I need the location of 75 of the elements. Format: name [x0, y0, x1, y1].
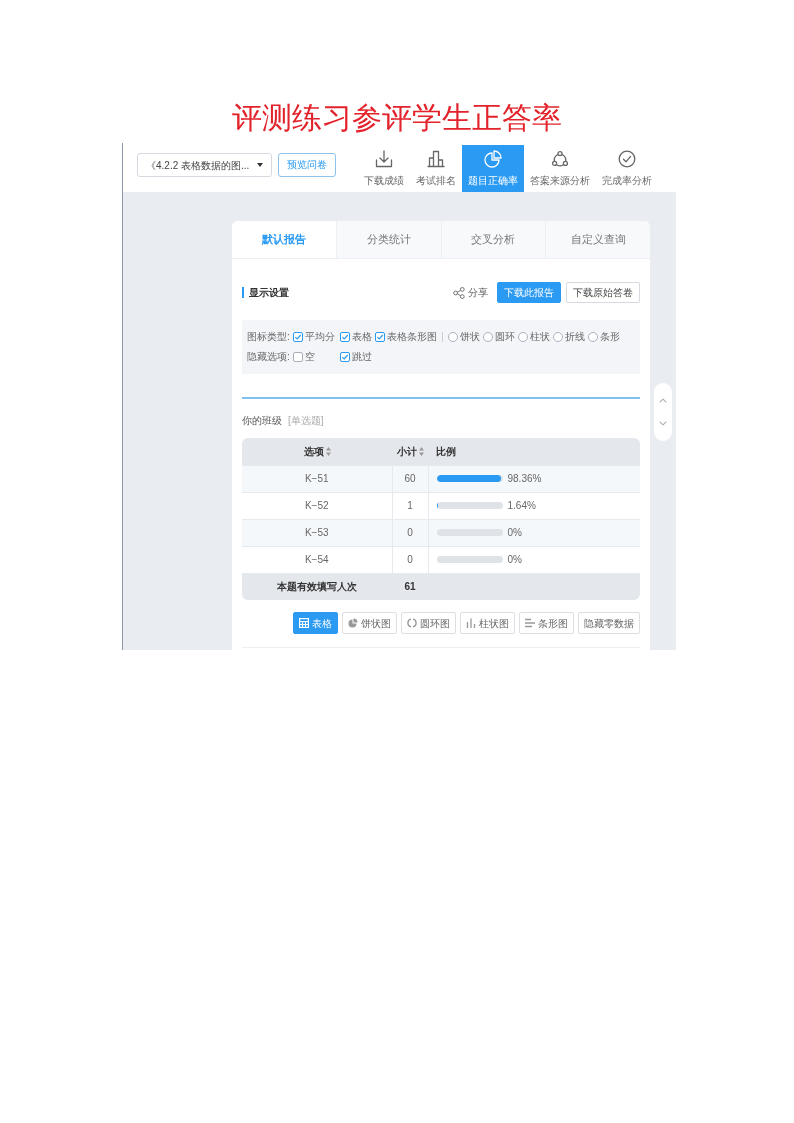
toolbar-button[interactable]: 下载成绩 [358, 145, 411, 192]
podium-icon [427, 150, 446, 168]
percent-text: 0% [507, 526, 522, 540]
view-button[interactable]: 柱状图 [460, 612, 515, 634]
checkbox-icon[interactable] [339, 352, 350, 362]
chevron-up-icon[interactable] [659, 398, 667, 403]
checkbox-icon[interactable] [292, 332, 303, 342]
percent-text: 98.36% [507, 472, 542, 486]
question-title: 你的班级 [242, 415, 282, 426]
check-circle-icon [618, 150, 637, 168]
preview-button[interactable]: 预览问卷 [278, 153, 337, 177]
table-cell: 60 [392, 465, 428, 492]
toolbar-button[interactable]: 答案来源分析 [524, 145, 597, 192]
download-report-button[interactable]: 下载此报告 [497, 282, 561, 303]
radio-icon[interactable] [447, 332, 458, 342]
hide-zero-button[interactable]: 隐藏零数据 [578, 612, 640, 634]
percent-text: 1.64% [507, 499, 536, 513]
download-icon [375, 150, 394, 168]
toolbar-button[interactable]: 题目正确率 [462, 145, 525, 192]
view-button[interactable]: 条形图 [519, 612, 574, 634]
report-tab[interactable]: 交叉分析 [440, 221, 546, 259]
chart-type-radio[interactable]: 条形 [587, 329, 620, 345]
chart-type-radio[interactable]: 柱状 [517, 329, 550, 345]
question-type: [单选题] [288, 415, 324, 426]
chart-type-radio[interactable]: 折线 [552, 329, 585, 345]
survey-select[interactable]: 《4.2.2 表格数据的图... [137, 153, 273, 177]
bar-chart-icon [525, 618, 535, 628]
settings-label: 隐藏选项: [247, 350, 290, 364]
checkbox-icon[interactable] [339, 332, 350, 342]
ring-icon [407, 618, 417, 628]
table-cell: 本题有效填写人次 [242, 573, 392, 600]
ring-nodes-icon [551, 150, 570, 168]
column-header: 比例 [428, 438, 640, 465]
checkbox-icon[interactable] [292, 352, 303, 362]
view-button[interactable]: 饼状图 [342, 612, 397, 634]
percent-text: 0% [507, 553, 522, 567]
view-button[interactable]: 表格 [293, 612, 338, 634]
chart-type-radio[interactable]: 饼状 [447, 329, 480, 345]
chart-option-checkbox[interactable]: 表格条形图 [374, 329, 437, 345]
report-tab[interactable]: 自定义查询 [545, 221, 650, 259]
checkbox-icon[interactable] [374, 332, 385, 342]
table-cell: K−53 [242, 519, 392, 546]
share-link[interactable]: 分享 [453, 285, 488, 300]
toolbar-button[interactable]: 完成率分析 [596, 145, 659, 192]
chart-type-radio[interactable]: 圆环 [482, 329, 515, 345]
table-grid-icon [299, 618, 309, 628]
column-header[interactable]: 小计 [392, 438, 428, 465]
column-header[interactable]: 选项 [242, 438, 392, 465]
pie-chart-icon [484, 150, 503, 168]
hide-option-checkbox[interactable]: 跳过 [339, 349, 372, 365]
radio-icon[interactable] [517, 332, 528, 342]
table-cell: K−51 [242, 465, 392, 492]
download-answers-button[interactable]: 下载原始答卷 [566, 282, 640, 303]
toolbar-button[interactable]: 考试排名 [410, 145, 463, 192]
sort-icon[interactable] [325, 446, 331, 456]
table-cell: 0 [392, 519, 428, 546]
view-button[interactable]: 圆环图 [401, 612, 456, 634]
radio-icon[interactable] [552, 332, 563, 342]
page-title: 评测练习参评学生正答率 [231, 100, 563, 136]
sort-icon[interactable] [418, 446, 424, 456]
settings-label: 图标类型: [247, 330, 290, 344]
chevron-down-icon[interactable] [659, 421, 667, 426]
section-heading: 显示设置 [242, 287, 289, 298]
report-tab[interactable]: 默认报告 [232, 221, 336, 259]
radio-icon[interactable] [482, 332, 493, 342]
hide-option-checkbox[interactable]: 空 [292, 349, 337, 365]
report-tab[interactable]: 分类统计 [335, 221, 441, 259]
chart-option-checkbox[interactable]: 表格 [339, 329, 372, 345]
radio-icon[interactable] [587, 332, 598, 342]
chart-option-checkbox[interactable]: 平均分 [292, 329, 337, 345]
column-chart-icon [466, 618, 476, 628]
table-cell: 61 [392, 573, 428, 600]
share-icon [453, 286, 465, 299]
caret-icon [257, 163, 264, 167]
pie-chart-icon [348, 618, 358, 628]
